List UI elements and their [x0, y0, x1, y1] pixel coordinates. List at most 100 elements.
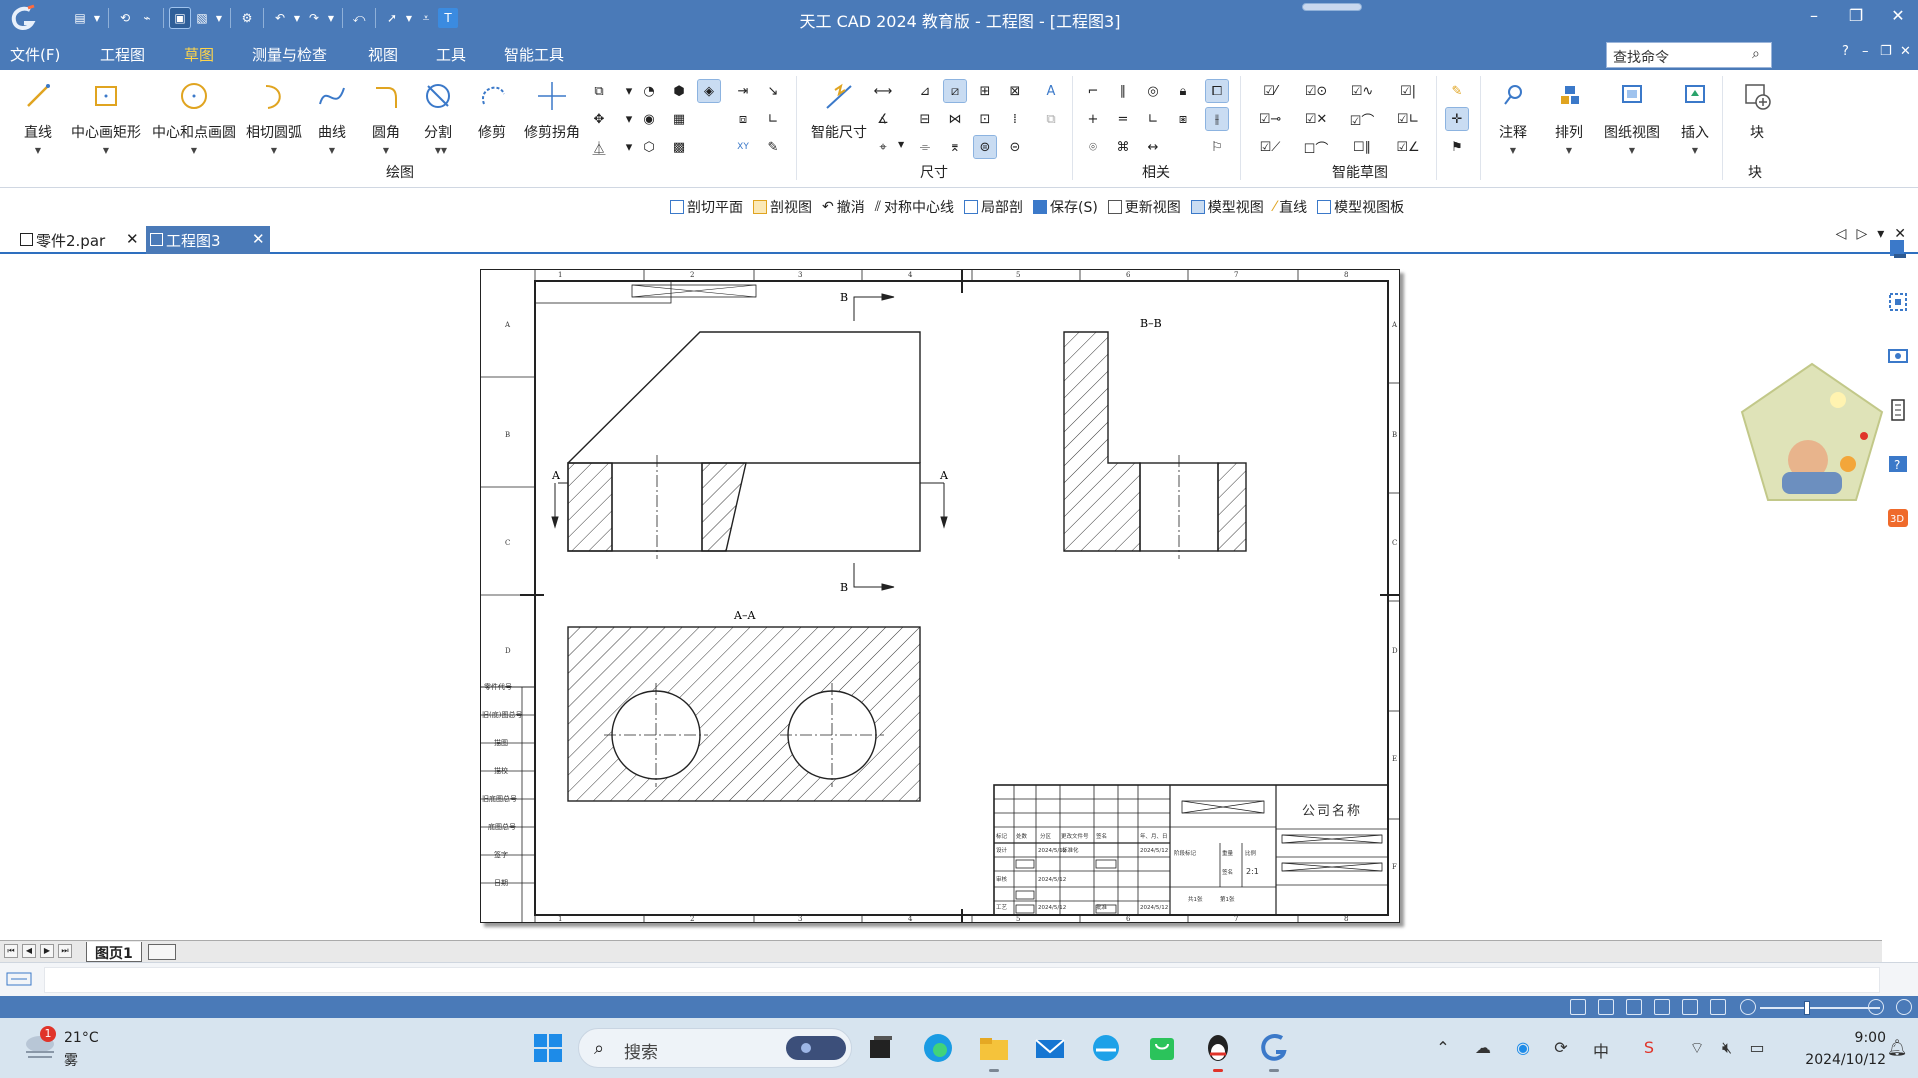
parallel-icon[interactable]: ∥: [1112, 80, 1134, 102]
save-dropdown-icon[interactable]: ▼: [214, 14, 224, 23]
ribbon-close-icon[interactable]: ✕: [1900, 44, 1911, 59]
3d-panel-icon[interactable]: 3D: [1886, 506, 1910, 530]
prev-sheet-icon[interactable]: ◀: [22, 944, 36, 958]
chevron-down-icon[interactable]: ▼: [312, 146, 352, 155]
menu-smart-tools[interactable]: 智能工具: [504, 44, 564, 65]
local-section-button[interactable]: 局部剖: [963, 197, 1023, 217]
repeat-icon[interactable]: ⤺: [349, 8, 369, 28]
first-sheet-icon[interactable]: ⏮: [4, 944, 18, 958]
taskview-app[interactable]: [862, 1030, 898, 1066]
dim-e-icon[interactable]: ⊟: [914, 108, 936, 130]
smart-dimension-button[interactable]: 智能尺寸: [806, 78, 872, 142]
help-panel-icon[interactable]: ?: [1886, 452, 1910, 476]
model-view-button[interactable]: 模型视图: [1190, 197, 1264, 217]
arrange-button[interactable]: 排列 ▼: [1550, 78, 1588, 155]
help-icon[interactable]: ?: [1842, 44, 1849, 59]
explorer-app[interactable]: [976, 1030, 1012, 1072]
close-tab-icon[interactable]: ✕: [126, 230, 139, 248]
chevron-down-icon[interactable]: ▼: [1550, 146, 1588, 155]
clock-date[interactable]: 2024/10/12: [1786, 1052, 1886, 1068]
properties-panel-icon[interactable]: [1886, 236, 1910, 260]
tool-fillet[interactable]: 圆角 ▼: [366, 78, 406, 155]
zoom-window-icon[interactable]: [1598, 999, 1614, 1015]
pattern-icon[interactable]: ▩: [668, 136, 690, 158]
zoom-pan-icon[interactable]: [1654, 999, 1670, 1015]
hatch-icon[interactable]: ▦: [668, 108, 690, 130]
notification-icon[interactable]: 🔔︎: [1886, 1038, 1908, 1060]
zoom-area-icon[interactable]: [1570, 999, 1586, 1015]
dim-d-icon[interactable]: ⊠: [1004, 80, 1026, 102]
section-view-button[interactable]: 剖视图: [753, 197, 812, 217]
zoom-slider[interactable]: [1760, 1007, 1880, 1009]
angle-icon[interactable]: ∡: [872, 108, 894, 130]
update-view-button[interactable]: 更新视图: [1107, 197, 1181, 217]
chevron-down-icon[interactable]: ▼: [1600, 146, 1664, 155]
connect-icon[interactable]: ⌐: [1082, 80, 1104, 102]
select-arrow-icon[interactable]: ➚: [382, 8, 402, 28]
tool-line[interactable]: 直线 ▼: [18, 78, 58, 155]
section-plane-button[interactable]: 剖切平面: [670, 197, 743, 217]
tab-prev-icon[interactable]: ◁: [1836, 226, 1847, 242]
rigid-icon[interactable]: ⧆: [1172, 108, 1194, 130]
collinear-icon[interactable]: ↔: [1142, 136, 1164, 158]
command-input[interactable]: [44, 967, 1880, 993]
app-logo-icon[interactable]: [8, 4, 38, 32]
tool-center-rect[interactable]: 中心画矩形 ▼: [66, 78, 146, 155]
windows-start-icon[interactable]: [530, 1030, 566, 1066]
block-button[interactable]: 块: [1738, 78, 1776, 142]
relate-display-icon[interactable]: ⧠: [1205, 79, 1229, 103]
project-icon[interactable]: ◔: [638, 80, 660, 102]
tool-tangent-arc[interactable]: 相切圆弧 ▼: [244, 78, 304, 155]
tool-circle[interactable]: 中心和点画圆 ▼: [148, 78, 240, 155]
settings-gear-icon[interactable]: ⚙: [237, 8, 257, 28]
move-icon[interactable]: ✥: [588, 108, 610, 130]
new-dropdown-icon[interactable]: ▼: [92, 14, 102, 23]
symmetric-centerline-button[interactable]: ⫽ 对称中心线: [875, 197, 954, 217]
corner-icon[interactable]: ∟: [762, 108, 784, 130]
search-icon[interactable]: ⌕: [1752, 46, 1768, 62]
flag-icon[interactable]: ⚑: [1446, 136, 1468, 158]
xy-icon[interactable]: XY: [732, 136, 754, 158]
save-as-icon[interactable]: ▧: [192, 8, 212, 28]
link-icon[interactable]: ⌁: [137, 8, 157, 28]
tool-trim[interactable]: 修剪: [472, 78, 512, 142]
zoom-in-round-icon[interactable]: [1868, 999, 1884, 1015]
tangent-icon[interactable]: ⌾: [1082, 136, 1104, 158]
open-icon[interactable]: ⟲: [115, 8, 135, 28]
fit-icon[interactable]: [1682, 999, 1698, 1015]
dim-g-icon[interactable]: ⊡: [974, 108, 996, 130]
menu-file[interactable]: 文件(F): [10, 44, 60, 65]
coordinate-icon[interactable]: ⌖: [872, 136, 894, 158]
restore-icon[interactable]: ❐: [1844, 6, 1868, 25]
dim-j-icon[interactable]: ⌆: [944, 136, 966, 158]
paint-icon[interactable]: ✎: [1446, 80, 1468, 102]
doc-tab-part[interactable]: 零件2.par ✕: [16, 226, 144, 254]
symmetric-icon[interactable]: ⌘: [1112, 136, 1134, 158]
select-dropdown-icon[interactable]: ▼: [404, 14, 414, 23]
text-style-icon[interactable]: A: [1040, 80, 1062, 102]
insert-button[interactable]: 插入 ▼: [1676, 78, 1714, 155]
check-tangent-icon[interactable]: ☑⌒: [1342, 108, 1382, 130]
equal-icon[interactable]: =: [1112, 108, 1134, 130]
check-vertical-icon[interactable]: ☑|: [1388, 80, 1428, 102]
extend-icon[interactable]: ⇥: [732, 80, 754, 102]
ribbon-restore-icon[interactable]: ❐: [1880, 44, 1892, 59]
mirror-dropdown-icon[interactable]: ▾: [618, 136, 640, 158]
chevron-down-icon[interactable]: ▼: [366, 146, 406, 155]
next-sheet-icon[interactable]: ▶: [40, 944, 54, 958]
tool-curve[interactable]: 曲线 ▼: [312, 78, 352, 155]
command-line-icon[interactable]: [6, 971, 32, 987]
redo-dropdown-icon[interactable]: ▼: [326, 14, 336, 23]
dim-h-icon[interactable]: ⁞: [1004, 108, 1026, 130]
relate-color-icon[interactable]: ⚐: [1206, 136, 1228, 158]
clock-time[interactable]: 9:00: [1826, 1030, 1886, 1046]
concentric-icon[interactable]: ◎: [1142, 80, 1164, 102]
zoom-out-icon[interactable]: [1740, 999, 1756, 1015]
tiangong-cad-app[interactable]: [1256, 1030, 1292, 1072]
offset-dropdown-icon[interactable]: ▾: [618, 80, 640, 102]
perpendicular-plus-icon[interactable]: +: [1082, 108, 1104, 130]
drawing-panel-icon[interactable]: [1886, 398, 1910, 422]
minimize-icon[interactable]: –: [1802, 6, 1826, 25]
check-curve-icon[interactable]: ☑∿: [1342, 80, 1382, 102]
close-window-icon[interactable]: ✕: [1886, 6, 1910, 25]
